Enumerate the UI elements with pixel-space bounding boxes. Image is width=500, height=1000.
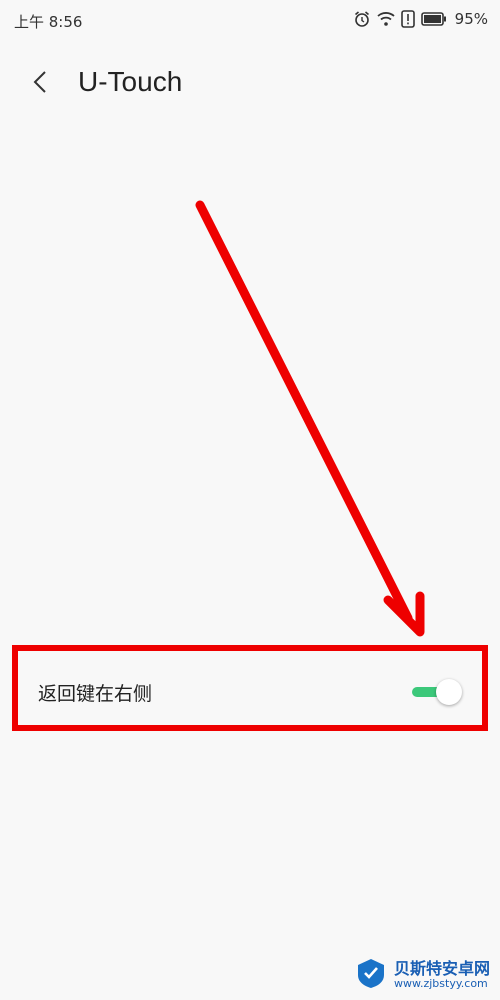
watermark-logo-icon: [354, 956, 388, 994]
watermark-name: 贝斯特安卓网: [393, 959, 490, 979]
chevron-left-icon: [30, 69, 50, 99]
battery-percent: 95%: [454, 10, 488, 28]
annotation-arrow: [195, 200, 425, 637]
status-time: 上午 8:56: [14, 13, 83, 31]
status-bar: 上午 8:56 95%: [0, 0, 500, 42]
watermark: 贝斯特安卓网 www.zjbstyy.com: [354, 956, 490, 994]
watermark-url: www.zjbstyy.com: [393, 976, 488, 990]
back-key-right-toggle[interactable]: [412, 677, 462, 707]
toggle-knob: [436, 679, 462, 705]
setting-label: 返回键在右侧: [38, 683, 153, 705]
status-icons: 95%: [353, 10, 488, 28]
battery-icon: [420, 12, 447, 26]
page-header: U-Touch: [0, 56, 500, 112]
alarm-icon: [353, 10, 371, 28]
wifi-icon: [377, 11, 395, 27]
alert-icon: [400, 10, 415, 28]
setting-row-back-key-right[interactable]: 返回键在右侧: [12, 645, 488, 731]
back-button[interactable]: [18, 62, 62, 106]
page-title: U-Touch: [78, 66, 183, 97]
